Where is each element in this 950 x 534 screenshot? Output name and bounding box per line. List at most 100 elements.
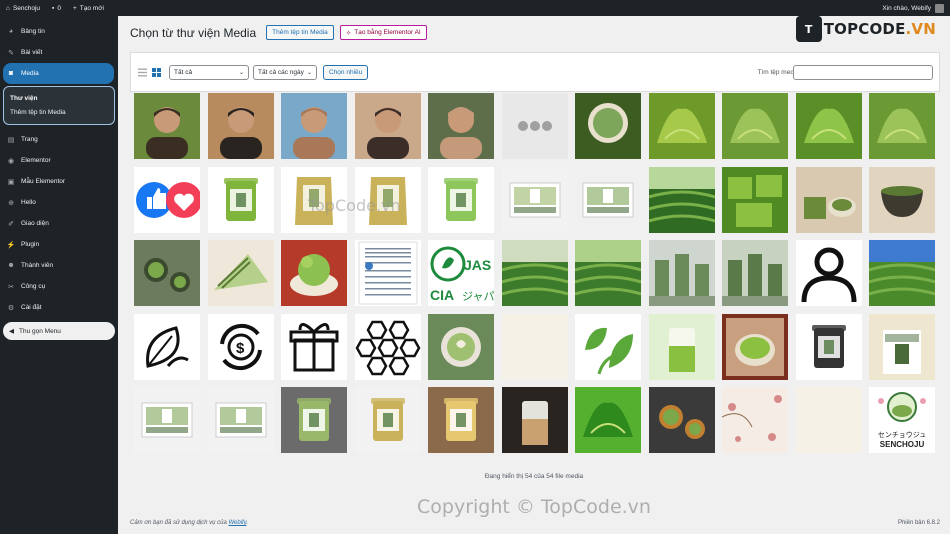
collapse-menu-button[interactable]: ◀ Thu gọn Menu bbox=[3, 322, 115, 340]
media-item-box[interactable] bbox=[575, 166, 641, 233]
sidebar-item[interactable]: ✐ Giao diện bbox=[3, 213, 115, 234]
sidebar-item[interactable]: ⊕ Hello bbox=[3, 192, 115, 213]
media-item-jas-logo[interactable]: JAS CIA ジャパ bbox=[428, 240, 494, 306]
submenu-library[interactable]: Thư viện bbox=[10, 91, 114, 105]
collapse-label: Thu gọn Menu bbox=[19, 327, 61, 335]
media-item-matcha-cube[interactable] bbox=[722, 166, 788, 233]
media-item-user-icon[interactable] bbox=[795, 240, 862, 306]
media-item-matcha-cake[interactable] bbox=[207, 240, 274, 306]
sidebar-item[interactable]: ⚙ Cài đặt bbox=[3, 297, 115, 318]
media-item-tea-field[interactable] bbox=[575, 240, 641, 306]
media-item-blank[interactable] bbox=[795, 387, 862, 453]
media-item-box[interactable] bbox=[501, 166, 568, 233]
media-item-portrait[interactable] bbox=[354, 93, 421, 159]
type-filter-select[interactable]: Tất cả ⌄ bbox=[169, 64, 249, 80]
media-item-box[interactable] bbox=[134, 387, 200, 453]
media-item-tea-field[interactable] bbox=[869, 240, 935, 306]
media-item-matcha-icecream[interactable] bbox=[281, 240, 347, 306]
media-item-blank[interactable] bbox=[501, 313, 568, 380]
grid-view-icon[interactable] bbox=[151, 67, 161, 77]
media-item-matcha-cup[interactable] bbox=[575, 93, 641, 159]
avatar bbox=[935, 3, 944, 13]
elementor-ai-button[interactable]: ✧ Tạo bằng Elementor AI bbox=[339, 25, 427, 40]
media-item-factory[interactable] bbox=[648, 240, 715, 306]
media-item-tea-set[interactable] bbox=[134, 240, 200, 306]
pin-icon: ✎ bbox=[8, 49, 14, 57]
sidebar-item[interactable]: ✎ Bài viết bbox=[3, 42, 115, 63]
sidebar-item[interactable]: ◕ Bảng tin bbox=[3, 21, 115, 42]
sidebar-item[interactable]: ◙ Media bbox=[3, 63, 114, 84]
media-item-gift-icon[interactable] bbox=[281, 313, 347, 380]
media-item-portrait[interactable] bbox=[134, 93, 200, 159]
media-item-tin[interactable] bbox=[281, 387, 347, 453]
sidebar-item[interactable]: ◉ Elementor bbox=[3, 150, 115, 171]
media-toolbar: Tất cả ⌄ Tất cả các ngày ⌄ Chọn nhiều Tì… bbox=[130, 52, 940, 92]
sidebar-item[interactable]: ▣ Mẫu Elementor bbox=[3, 171, 115, 192]
list-view-icon[interactable] bbox=[137, 67, 147, 77]
sidebar-item-label: Công cụ bbox=[21, 283, 46, 290]
chevron-down-icon: ⌄ bbox=[306, 69, 312, 76]
media-item-tea-set[interactable] bbox=[648, 387, 715, 453]
add-media-button[interactable]: Thêm tệp tin Media bbox=[266, 25, 334, 40]
media-item-senchoju-logo[interactable]: センチョウジュ SENCHOJU bbox=[869, 387, 935, 453]
sparkle-icon: ✧ bbox=[345, 29, 352, 37]
media-item-portrait[interactable] bbox=[207, 93, 274, 159]
media-item-tin-label[interactable] bbox=[869, 313, 935, 380]
sidebar-item[interactable]: ✂ Công cụ bbox=[3, 276, 115, 297]
media-item-matcha-powder[interactable] bbox=[795, 93, 862, 159]
media-item-placeholder[interactable] bbox=[501, 93, 568, 159]
svg-text:$: $ bbox=[236, 340, 245, 357]
media-item-matcha-powder[interactable] bbox=[869, 93, 935, 159]
comments-link[interactable]: ▪ 0 bbox=[52, 5, 61, 12]
media-item-tin[interactable] bbox=[795, 313, 862, 380]
media-item-tea-field[interactable] bbox=[648, 166, 715, 233]
bulk-select-button[interactable]: Chọn nhiều bbox=[323, 64, 369, 80]
sidebar-item[interactable]: ▤ Trang bbox=[3, 129, 115, 150]
media-item-leaf-logo[interactable] bbox=[575, 313, 641, 380]
media-item-box[interactable] bbox=[207, 387, 274, 453]
media-item-matcha-tin[interactable] bbox=[795, 166, 862, 233]
sidebar-item[interactable]: ⚡ Plugin bbox=[3, 234, 115, 255]
sidebar-item-label: Bài viết bbox=[21, 49, 43, 56]
site-home-link[interactable]: ⌂ Senchoju bbox=[6, 5, 40, 12]
media-item-blossom[interactable] bbox=[722, 387, 788, 453]
sidebar-item[interactable]: ☻ Thành viên bbox=[3, 255, 115, 276]
media-item-tea-bowl[interactable] bbox=[869, 166, 935, 233]
media-submenu: Thư viện Thêm tệp tin Media bbox=[3, 86, 115, 125]
media-item-tin[interactable] bbox=[207, 166, 274, 233]
svg-text:JAS: JAS bbox=[464, 257, 491, 273]
media-item-portrait[interactable] bbox=[428, 93, 494, 159]
submenu-add-new[interactable]: Thêm tệp tin Media bbox=[10, 105, 114, 119]
plugin-icon: ⚡ bbox=[6, 241, 16, 249]
search-input[interactable] bbox=[793, 64, 933, 80]
account-menu[interactable]: Xin chào, Webify bbox=[882, 3, 944, 13]
collapse-icon: ◀ bbox=[9, 328, 14, 335]
media-item-hex-icon[interactable] bbox=[354, 313, 421, 380]
media-item-matcha-powder[interactable] bbox=[722, 93, 788, 159]
media-item-money-icon[interactable]: $ bbox=[207, 313, 274, 380]
date-filter-select[interactable]: Tất cả các ngày ⌄ bbox=[253, 64, 317, 80]
sidebar-item-label: Elementor bbox=[21, 157, 51, 164]
media-item-tin[interactable] bbox=[428, 387, 494, 453]
media-item-matcha-latte[interactable] bbox=[428, 313, 494, 380]
media-item-tin[interactable] bbox=[428, 166, 494, 233]
footer-thanks: Cảm ơn bạn đã sử dụng dịch vụ của Webify… bbox=[130, 520, 248, 526]
media-item-factory[interactable] bbox=[722, 240, 788, 306]
new-content-link[interactable]: + Tạo mới bbox=[73, 5, 104, 12]
media-item-social-icons[interactable] bbox=[134, 166, 200, 233]
media-item-matcha-bowl[interactable] bbox=[722, 313, 788, 380]
media-item-matcha-powder[interactable] bbox=[575, 387, 641, 453]
media-item-matcha-drink[interactable] bbox=[501, 387, 568, 453]
media-item-tin[interactable] bbox=[354, 387, 421, 453]
media-item-matcha-drink[interactable] bbox=[648, 313, 715, 380]
media-item-tea-field[interactable] bbox=[501, 240, 568, 306]
sidebar-item-label: Bảng tin bbox=[21, 28, 45, 35]
media-item-leaf-icon[interactable] bbox=[134, 313, 200, 380]
page-header: Chọn từ thư viện Media Thêm tệp tin Medi… bbox=[130, 25, 427, 40]
sidebar-item-label: Plugin bbox=[21, 241, 40, 248]
topcode-logo: T TOPCODE.VN bbox=[795, 16, 936, 42]
footer-link[interactable]: Webify bbox=[229, 520, 247, 526]
media-item-certificate[interactable] bbox=[354, 240, 421, 306]
media-item-matcha-powder[interactable] bbox=[648, 93, 715, 159]
media-item-portrait[interactable] bbox=[281, 93, 347, 159]
